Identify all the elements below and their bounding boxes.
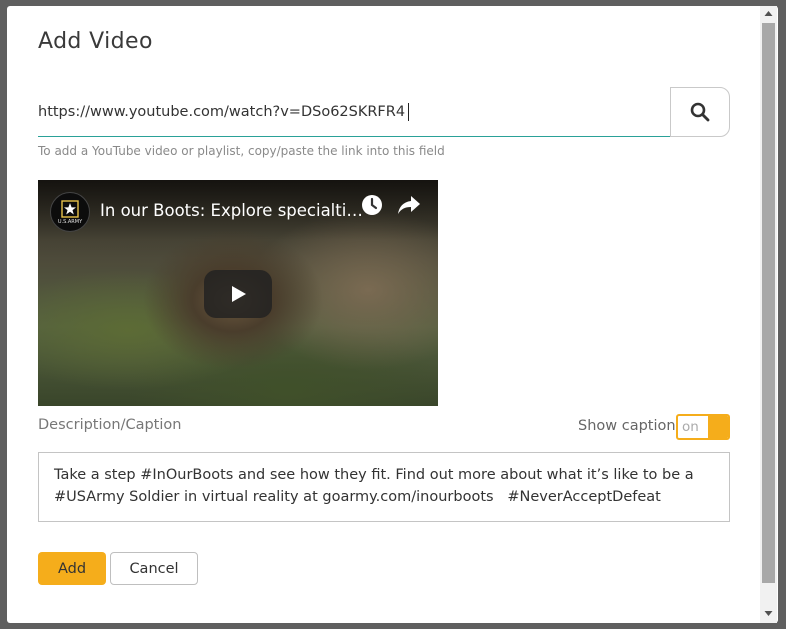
toggle-state-label: on [682,419,699,435]
channel-logo-text: U.S.ARMY [57,218,83,225]
scroll-up-arrow-icon[interactable] [760,6,777,22]
toggle-knob[interactable] [708,416,728,438]
add-button[interactable]: Add [38,552,106,585]
video-preview[interactable]: U.S.ARMY In our Boots: Explore specialti… [38,180,438,406]
search-icon [690,102,710,122]
play-icon [232,286,246,302]
text-caret [408,103,409,121]
search-button[interactable] [670,87,730,137]
add-video-dialog: Add Video To add a YouTube video or play… [7,6,778,623]
show-caption-toggle[interactable]: on [676,414,730,440]
show-caption-label: Show caption [578,418,676,434]
caption-textarea[interactable]: Take a step #InOurBoots and see how they… [38,452,730,522]
army-star-icon [61,199,79,218]
scrollbar-thumb[interactable] [762,23,775,583]
url-hint: To add a YouTube video or playlist, copy… [38,144,445,158]
share-icon[interactable] [396,193,422,217]
cancel-button[interactable]: Cancel [110,552,198,585]
video-title[interactable]: In our Boots: Explore specialti… [100,201,363,220]
url-row [38,87,730,137]
play-button[interactable] [204,270,272,318]
description-label: Description/Caption [38,417,182,433]
channel-logo[interactable]: U.S.ARMY [50,192,90,232]
scroll-down-arrow-icon[interactable] [760,605,777,621]
video-url-input[interactable] [38,87,670,137]
dialog-title: Add Video [38,29,153,54]
clock-icon[interactable] [360,193,384,217]
scrollbar[interactable] [760,6,777,623]
